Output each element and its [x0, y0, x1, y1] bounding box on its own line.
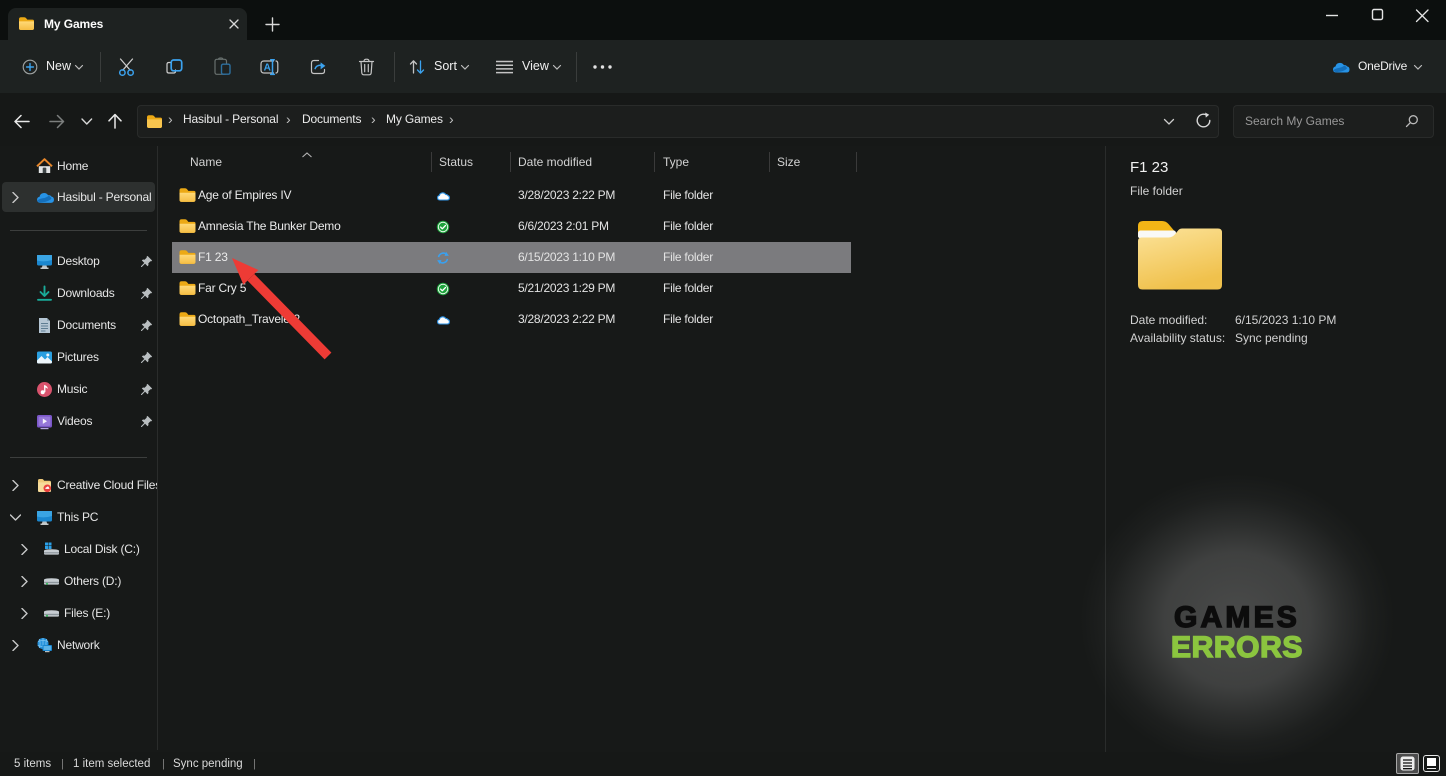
svg-text:A: A — [264, 63, 271, 74]
